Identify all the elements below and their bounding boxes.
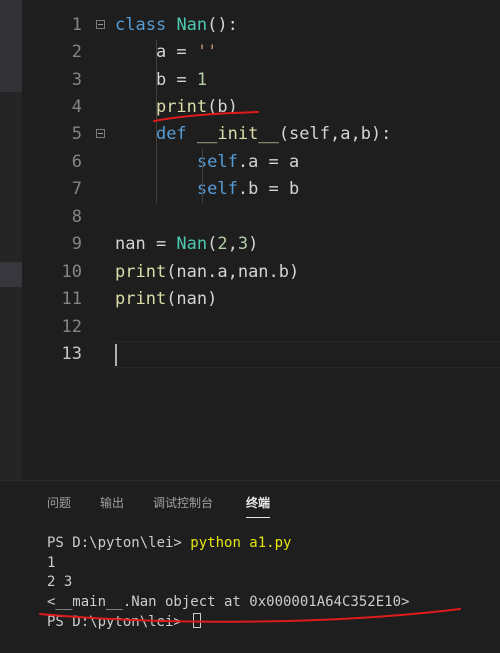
text-cursor [115,344,117,366]
code-editor[interactable]: 1 class Nan(): 2 a = '' 3 b = 14 print(b) 5 … [22,0,500,480]
code-line[interactable]: 8 [22,204,500,231]
code-token: Nan [176,234,208,254]
code-token: (nan) [166,289,218,309]
code-line[interactable]: 11 print(nan) [22,286,500,313]
code-token: __init__ [196,124,279,144]
code-token: def [155,124,187,144]
line-number: 2 [71,42,82,62]
code-token: .b = b [237,179,300,199]
code-text: class Nan(): [115,12,238,39]
code-token: '' [196,42,218,62]
code-line[interactable]: 4 print(b) [22,94,500,121]
line-number: 13 [61,344,82,364]
tab-output[interactable]: 输出 [100,493,124,513]
code-text: print(b) [115,94,238,121]
code-token: print [115,289,167,309]
terminal-output-line: 2 3 [47,574,73,590]
terminal-line: PS D:\pyton\lei> [47,612,202,632]
code-token: ) [248,234,259,254]
terminal-prompt: PS D:\pyton\lei> [47,614,191,630]
terminal-command: python a1.py [190,535,292,551]
indent-guide [156,40,157,203]
tab-debug-console[interactable]: 调试控制台 [153,493,213,513]
code-token: 2 [217,234,228,254]
code-token: , [227,234,238,254]
code-token: 3 [237,234,249,254]
line-number: 8 [71,207,82,227]
code-line[interactable]: 2 a = '' [22,39,500,66]
code-text: nan = Nan(2,3) [115,231,258,258]
activity-bar [0,0,22,480]
code-token: Nan [176,15,208,35]
code-token: print [115,262,167,282]
code-token: (b) [207,97,238,117]
line-number: 11 [61,289,82,309]
line-number: 4 [71,97,82,117]
code-line[interactable]: 9 nan = Nan(2,3) [22,231,500,258]
line-number: 7 [71,179,82,199]
line-number: 12 [61,317,82,337]
code-token: (self,a,b): [278,124,392,144]
terminal-output-line: <__main__.Nan object at 0x000001A64C352E… [47,594,410,610]
line-number: 3 [71,70,82,90]
code-text: self.a = a [115,149,299,176]
code-token: self [196,152,238,172]
code-line[interactable]: 7 self.b = b [22,176,500,203]
terminal-output-line: 1 [47,555,56,571]
code-text: print(nan.a,nan.b) [115,259,299,286]
code-token: (): [207,15,238,35]
activity-bar-item-active[interactable] [0,262,22,287]
terminal-line: PS D:\pyton\lei> python a1.py [47,533,291,553]
code-token: class [115,15,167,35]
fold-toggle-icon[interactable] [96,129,105,138]
code-text: b = 1 [115,67,207,94]
code-line[interactable]: 5 def __init__(self,a,b): [22,121,500,148]
code-line[interactable]: 3 b = 1 [22,67,500,94]
line-number: 5 [71,124,82,144]
code-line[interactable]: 12 [22,314,500,341]
line-number: 1 [71,15,82,35]
current-line-highlight [114,341,500,368]
code-text: a = '' [115,39,217,66]
line-number: 9 [71,234,82,254]
line-number: 10 [61,262,82,282]
activity-bar-item[interactable] [0,0,22,92]
code-token: 1 [196,70,208,90]
tab-problems[interactable]: 问题 [47,493,71,513]
code-text: self.b = b [115,176,299,203]
code-line[interactable]: 10 print(nan.a,nan.b) [22,259,500,286]
terminal-cursor [193,613,202,628]
code-line[interactable]: 1 class Nan(): [22,12,500,39]
code-token: ( [207,234,218,254]
code-token: print [155,97,208,117]
fold-toggle-icon[interactable] [96,20,105,29]
line-number: 6 [71,152,82,172]
code-token: self [196,179,238,199]
indent-guide [202,149,203,203]
terminal-prompt: PS D:\pyton\lei> [47,535,191,551]
code-token: .a = a [237,152,300,172]
code-token: (nan.a,nan.b) [166,262,300,282]
tab-terminal[interactable]: 终端 [246,493,271,518]
bottom-panel: 问题 输出 调试控制台 终端 PS D:\pyton\lei> python a… [0,480,500,653]
code-line[interactable]: 6 self.a = a [22,149,500,176]
code-text: print(nan) [115,286,217,313]
code-token: nan = [115,234,177,254]
